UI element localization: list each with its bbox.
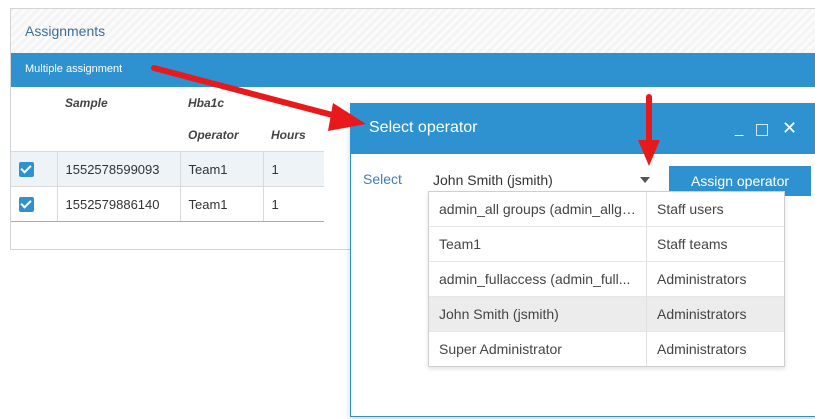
option-group: Staff users xyxy=(657,201,724,217)
option-group: Staff teams xyxy=(657,236,728,252)
option-group: Administrators xyxy=(657,306,747,322)
operator-select-value: John Smith (jsmith) xyxy=(433,172,553,188)
list-item[interactable]: admin_all groups (admin_allgr... Staff u… xyxy=(429,192,784,227)
operator-select[interactable]: John Smith (jsmith) xyxy=(430,165,656,194)
column-header-operator[interactable]: Operator xyxy=(180,119,263,152)
list-item[interactable]: Team1 Staff teams xyxy=(429,227,784,262)
row-checkbox[interactable] xyxy=(19,197,34,213)
sample-cell: 1552579886140 xyxy=(57,186,181,222)
hours-cell: 1 xyxy=(263,151,324,187)
operator-dropdown-list: admin_all groups (admin_allgr... Staff u… xyxy=(428,191,785,367)
option-name: John Smith (jsmith) xyxy=(429,297,647,331)
panel-header: Assignments xyxy=(11,9,815,54)
hours-cell: 1 xyxy=(263,186,324,222)
assignments-toolbar: Multiple assignment xyxy=(11,53,815,87)
select-column-subheader xyxy=(11,119,57,152)
multiple-assignment-button[interactable]: Multiple assignment xyxy=(25,63,122,75)
select-label: Select xyxy=(363,171,402,187)
option-name: admin_all groups (admin_allgr... xyxy=(429,192,647,226)
table-header-row: Sample Hba1c xyxy=(11,87,324,119)
column-header-sample[interactable]: Sample xyxy=(57,87,180,119)
maximize-icon[interactable] xyxy=(756,124,768,136)
option-group: Administrators xyxy=(657,341,747,357)
option-group: Administrators xyxy=(657,271,747,287)
option-name: Team1 xyxy=(429,227,647,261)
dialog-title: Select operator xyxy=(369,119,478,136)
row-checkbox[interactable] xyxy=(19,162,34,178)
close-icon[interactable]: ✕ xyxy=(782,118,797,139)
row-select-cell[interactable] xyxy=(11,151,58,187)
chevron-down-icon[interactable] xyxy=(640,177,650,183)
sample-column-subheader xyxy=(57,119,180,152)
column-header-hours[interactable]: Hours xyxy=(263,119,324,152)
panel-title: Assignments xyxy=(25,23,106,39)
operator-cell: Team1 xyxy=(180,186,264,222)
select-column-header xyxy=(11,87,57,119)
column-header-analyte[interactable]: Hba1c xyxy=(180,87,263,119)
row-select-cell[interactable] xyxy=(11,186,58,222)
assignments-table: Sample Hba1c Operator Hours 155257859909… xyxy=(11,87,324,222)
list-item[interactable]: admin_fullaccess (admin_full... Administ… xyxy=(429,262,784,297)
option-name: admin_fullaccess (admin_full... xyxy=(429,262,647,296)
column-header-spacer xyxy=(263,87,324,119)
table-row[interactable]: 1552579886140 Team1 1 xyxy=(11,186,324,222)
table-subheader-row: Operator Hours xyxy=(11,119,324,152)
dialog-title-bar[interactable]: Select operator _ ✕ xyxy=(351,104,815,154)
sample-cell: 1552578599093 xyxy=(57,151,181,187)
minimize-icon[interactable]: _ xyxy=(735,120,743,137)
list-item-highlighted[interactable]: John Smith (jsmith) Administrators xyxy=(429,297,784,332)
operator-cell: Team1 xyxy=(180,151,264,187)
list-item[interactable]: Super Administrator Administrators xyxy=(429,332,784,366)
table-row[interactable]: 1552578599093 Team1 1 xyxy=(11,151,324,187)
option-name: Super Administrator xyxy=(429,332,647,366)
